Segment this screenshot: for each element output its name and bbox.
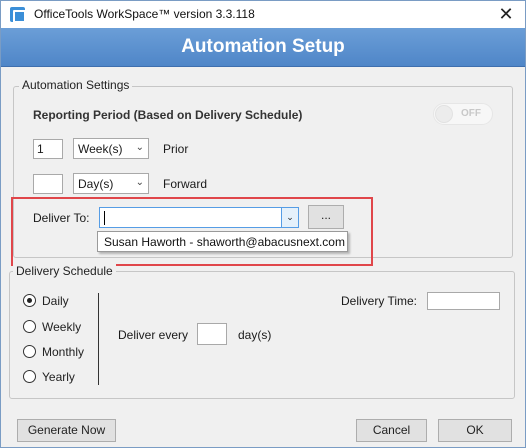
- reporting-period-label: Reporting Period (Based on Delivery Sche…: [33, 108, 303, 122]
- radio-button[interactable]: [23, 294, 36, 307]
- toggle-knob: [435, 105, 453, 123]
- close-button[interactable]: ✕: [495, 4, 517, 24]
- schedule-divider: [98, 293, 99, 385]
- cancel-button[interactable]: Cancel: [356, 419, 427, 442]
- delivery-time-label: Delivery Time:: [341, 294, 418, 308]
- deliver-every-label: Deliver every: [118, 328, 189, 342]
- forward-label: Forward: [163, 177, 208, 191]
- forward-amount-input[interactable]: [33, 174, 63, 194]
- chevron-down-icon: ⌄: [135, 142, 144, 153]
- radio-label: Monthly: [42, 345, 85, 359]
- radio-button[interactable]: [23, 345, 36, 358]
- title-bar[interactable]: OfficeTools WorkSpace™ version 3.3.118 ✕: [1, 1, 525, 28]
- app-window: OfficeTools WorkSpace™ version 3.3.118 ✕…: [0, 0, 526, 448]
- radio-button[interactable]: [23, 320, 36, 333]
- page-title: Automation Setup: [181, 36, 345, 57]
- radio-label: Weekly: [42, 320, 82, 334]
- radio-label: Yearly: [42, 370, 75, 384]
- radio-button[interactable]: [23, 370, 36, 383]
- highlight-annotation-box: [11, 197, 373, 266]
- prior-unit-value: Week(s): [78, 142, 123, 156]
- delivery-time-input[interactable]: [427, 292, 500, 310]
- prior-amount-input[interactable]: 1: [33, 139, 63, 159]
- automation-settings-legend: Automation Settings: [19, 78, 133, 92]
- header-banner: Automation Setup: [1, 28, 525, 67]
- prior-unit-select[interactable]: Week(s) ⌄: [73, 138, 149, 159]
- delivery-schedule-legend: Delivery Schedule: [13, 264, 116, 278]
- forward-unit-value: Day(s): [78, 177, 114, 191]
- toggle-state-text: OFF: [461, 108, 481, 119]
- ok-button[interactable]: OK: [438, 419, 512, 442]
- radio-label: Daily: [42, 294, 69, 308]
- days-label: day(s): [238, 328, 272, 342]
- app-icon: [10, 7, 26, 23]
- chevron-down-icon: ⌄: [135, 177, 144, 188]
- window-title: OfficeTools WorkSpace™ version 3.3.118: [34, 7, 255, 21]
- prior-label: Prior: [163, 142, 189, 156]
- deliver-every-input[interactable]: [197, 323, 227, 345]
- forward-unit-select[interactable]: Day(s) ⌄: [73, 173, 149, 194]
- reporting-period-toggle[interactable]: OFF: [433, 103, 493, 125]
- generate-now-button[interactable]: Generate Now: [17, 419, 116, 442]
